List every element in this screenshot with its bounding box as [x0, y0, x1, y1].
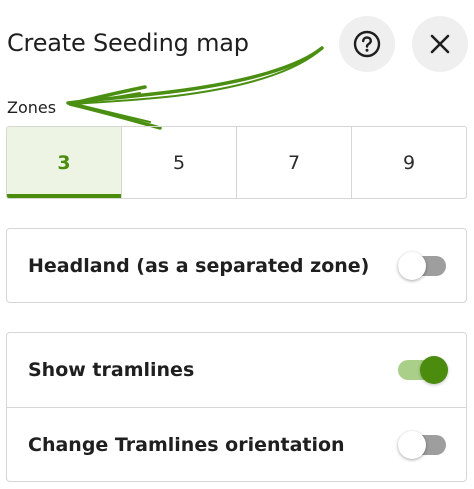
zone-option-9[interactable]: 9 — [352, 127, 466, 198]
show-tramlines-row: Show tramlines — [7, 333, 466, 407]
toggle-thumb — [398, 252, 426, 280]
zone-option-7[interactable]: 7 — [237, 127, 352, 198]
headland-row: Headland (as a separated zone) — [7, 229, 466, 303]
zones-label: Zones — [7, 98, 57, 117]
change-tramlines-orientation-toggle[interactable] — [398, 430, 446, 459]
zone-option-3[interactable]: 3 — [7, 127, 122, 198]
close-button[interactable] — [412, 16, 468, 72]
help-button[interactable] — [339, 16, 395, 72]
zone-option-5[interactable]: 5 — [122, 127, 237, 198]
tramlines-card: Show tramlines Change Tramlines orientat… — [6, 332, 467, 482]
toggle-thumb — [398, 430, 426, 459]
close-icon — [430, 34, 450, 54]
change-tramlines-orientation-label: Change Tramlines orientation — [28, 433, 345, 456]
change-tramlines-orientation-row: Change Tramlines orientation — [7, 407, 466, 481]
headland-toggle[interactable] — [398, 252, 446, 280]
help-circle-icon — [353, 30, 381, 58]
toggle-thumb — [420, 356, 448, 384]
page-title: Create Seeding map — [7, 29, 249, 57]
headland-card: Headland (as a separated zone) — [6, 228, 467, 303]
show-tramlines-label: Show tramlines — [28, 359, 195, 381]
zone-selector: 3 5 7 9 — [6, 126, 467, 199]
show-tramlines-toggle[interactable] — [398, 356, 448, 384]
headland-label: Headland (as a separated zone) — [28, 255, 370, 277]
